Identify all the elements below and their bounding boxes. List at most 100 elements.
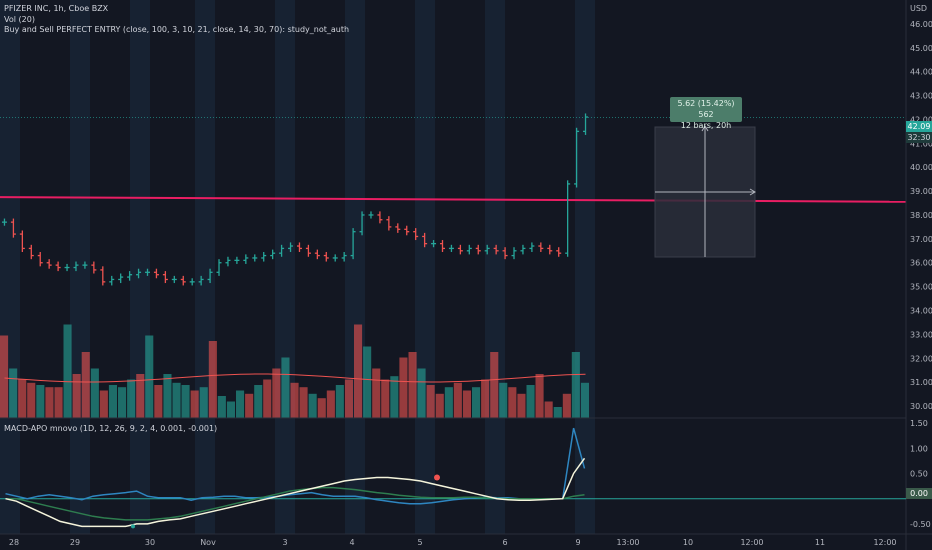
price-axis-label: 34.00 [910, 307, 932, 316]
volume-bar [490, 352, 499, 418]
volume-bar [571, 352, 580, 418]
time-axis-label: 10 [683, 538, 693, 547]
volume-bar [99, 390, 108, 418]
volume-bar [263, 379, 272, 418]
volume-bar [36, 385, 45, 418]
macd-cross-dot [434, 474, 440, 481]
price-axis-label: 38.00 [910, 211, 932, 220]
volume-bar [181, 385, 190, 418]
study-legend[interactable]: Buy and Sell PERFECT ENTRY (close, 100, … [4, 25, 349, 34]
bar-countdown-tag: 32:30 [906, 132, 932, 143]
volume-bar [508, 387, 517, 418]
session-band [70, 0, 90, 534]
macd-zero-tag: 0.00 [906, 488, 932, 499]
time-axis-label: 13:00 [616, 538, 639, 547]
volume-bar [544, 401, 553, 418]
volume-bar [408, 352, 417, 418]
volume-bar [435, 393, 444, 418]
price-axis-label: 43.00 [910, 92, 932, 101]
volume-bar [290, 382, 299, 418]
volume-bar [236, 390, 245, 418]
time-axis-label: 5 [417, 538, 422, 547]
volume-bar [72, 374, 81, 418]
last-price-tag: 42.09 [906, 121, 932, 132]
volume-bar [217, 396, 226, 418]
time-axis-label: 11 [815, 538, 825, 547]
price-axis-label: 35.00 [910, 283, 932, 292]
macd-axis-label: 1.50 [910, 419, 928, 428]
volume-bar [426, 385, 435, 418]
macd-axis-label: 1.00 [910, 444, 928, 453]
volume-bar [354, 324, 363, 418]
time-axis-label: 6 [502, 538, 507, 547]
session-band [485, 0, 505, 534]
session-band [575, 0, 595, 534]
volume-bar [272, 368, 281, 418]
chart-canvas[interactable]: 46.0045.0044.0043.0042.0041.0040.0039.00… [0, 0, 932, 550]
volume-bar [27, 382, 36, 418]
volume-bar [326, 390, 335, 418]
volume-bar [226, 401, 235, 418]
time-axis-label: 12:00 [873, 538, 896, 547]
symbol-legend[interactable]: PFIZER INC, 1h, Cboe BZX [4, 4, 108, 13]
volume-bar [172, 382, 181, 418]
measure-tool[interactable] [654, 125, 756, 258]
price-axis-label: 32.00 [910, 354, 932, 363]
volume-bar [18, 379, 27, 418]
volume-bar [317, 398, 326, 418]
time-axis-label: 3 [282, 538, 287, 547]
volume-bar [390, 376, 399, 418]
volume-legend[interactable]: Vol (20) [4, 15, 35, 24]
volume-bar [63, 324, 72, 418]
volume-bar [363, 346, 372, 418]
volume-bar [417, 368, 426, 418]
price-axis-label: 37.00 [910, 235, 932, 244]
time-axis-label: 28 [9, 538, 19, 547]
volume-bar [453, 382, 462, 418]
volume-bar [481, 379, 490, 418]
price-axis-label: 33.00 [910, 330, 932, 339]
volume-bar [254, 385, 263, 418]
session-band [130, 0, 150, 534]
volume-bar [553, 407, 562, 418]
volume-bar [154, 385, 163, 418]
price-axis-label: 36.00 [910, 259, 932, 268]
volume-bar [54, 387, 63, 418]
volume-bar [372, 368, 381, 418]
volume-bar [245, 393, 254, 418]
macd-cross-dot [131, 524, 135, 529]
volume-bar [145, 335, 154, 418]
price-axis-label: 31.00 [910, 378, 932, 387]
time-axis-label: 4 [349, 538, 354, 547]
volume-bar [381, 379, 390, 418]
volume-bar [190, 390, 199, 418]
price-axis-label: 40.00 [910, 163, 932, 172]
volume-bar [580, 382, 589, 418]
price-axis-label: 30.00 [910, 402, 932, 411]
volume-bar [118, 387, 127, 418]
macd-legend[interactable]: MACD-APO mnovo (1D, 12, 26, 9, 2, 4, 0.0… [4, 424, 217, 433]
currency-label[interactable]: USD [910, 4, 927, 13]
time-axis-label: 29 [70, 538, 80, 547]
volume-bar [308, 393, 317, 418]
session-band [415, 0, 435, 534]
volume-bar [462, 390, 471, 418]
measure-tooltip-bars: 12 bars, 20h [680, 121, 732, 130]
volume-bar [163, 374, 172, 418]
session-band [0, 0, 20, 534]
volume-bar [281, 357, 290, 418]
time-axis-label: 30 [145, 538, 155, 547]
session-band [275, 0, 295, 534]
price-axis-label: 39.00 [910, 187, 932, 196]
session-band [195, 0, 215, 534]
macd-axis-label: 0.50 [910, 469, 928, 478]
volume-bar [0, 335, 9, 418]
volume-bar [45, 387, 54, 418]
time-axis-label: 9 [575, 538, 580, 547]
volume-bar [299, 387, 308, 418]
volume-bar [208, 341, 217, 418]
volume-bar [127, 379, 136, 418]
volume-bar [526, 385, 535, 418]
measure-tooltip-change: 5.62 (15.42%) 562 [677, 99, 735, 119]
time-axis-label: Nov [200, 538, 216, 547]
